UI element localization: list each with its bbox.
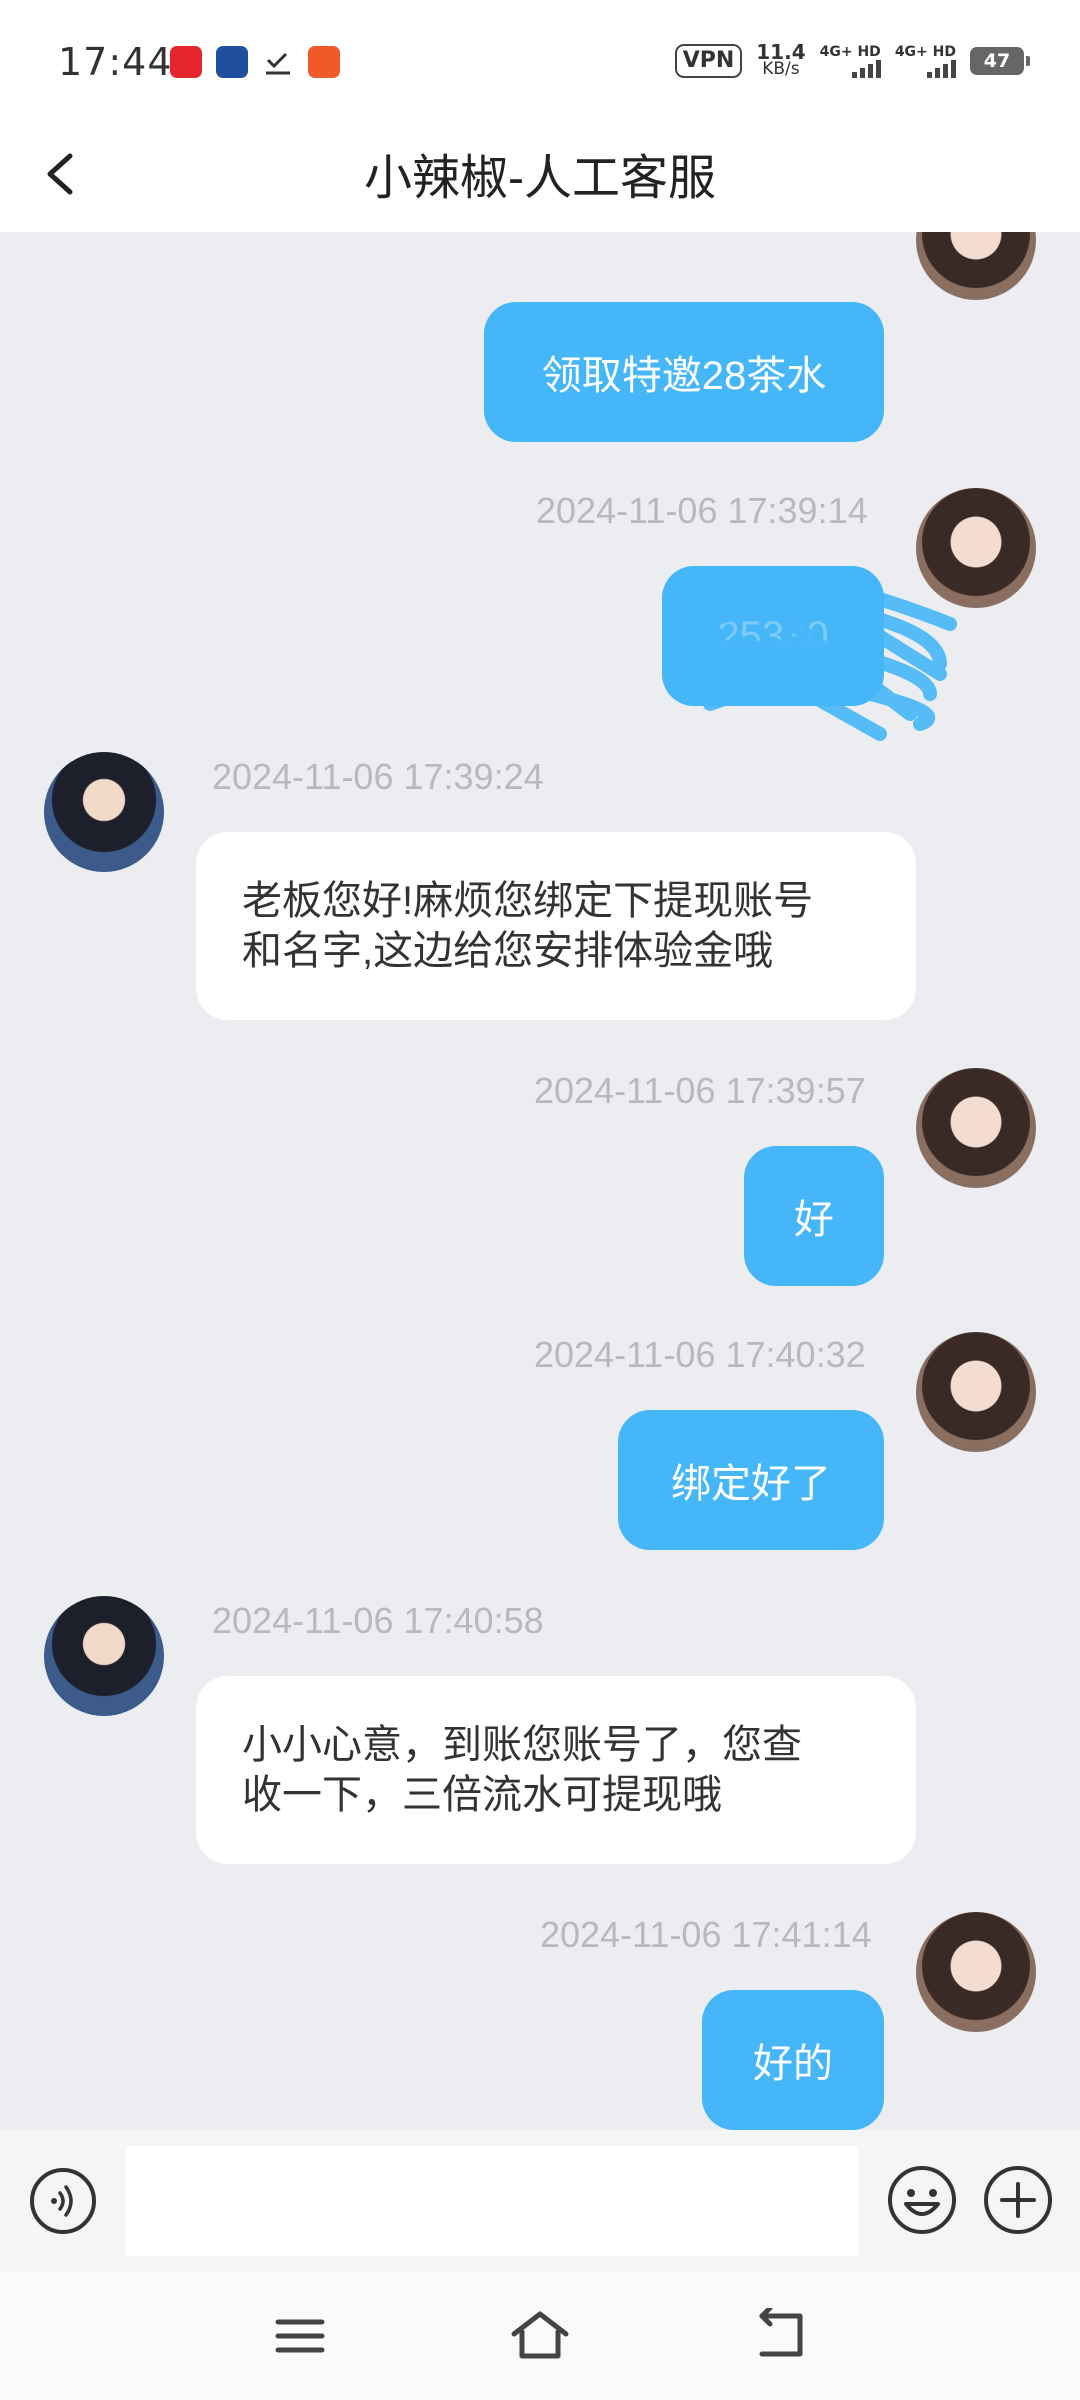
sim1-signal-icon: 4G+ HD [820, 44, 881, 78]
cat-app-icon [216, 46, 248, 78]
plus-icon [984, 2166, 1052, 2234]
recent-apps-button[interactable] [268, 2308, 332, 2364]
status-app-icons [170, 46, 340, 78]
user-avatar[interactable] [916, 1912, 1036, 2032]
video-app-icon [308, 46, 340, 78]
user-avatar[interactable] [916, 1068, 1036, 1188]
network-speed: 11.4 KB/s [756, 40, 806, 79]
message-text-line: 收一下，三倍流水可提现哦 [242, 1773, 722, 1817]
system-back-button[interactable] [748, 2305, 812, 2364]
status-time: 17:44 [58, 40, 173, 84]
user-avatar[interactable] [916, 1332, 1036, 1452]
agent-avatar[interactable] [44, 1596, 164, 1716]
message-text-line: 和名字,这边给您安排体验金哦 [242, 929, 774, 973]
voice-input-button[interactable] [28, 2166, 98, 2236]
message-input-bar [0, 2130, 1080, 2272]
outgoing-message-bubble[interactable]: 好的 [702, 1990, 884, 2130]
incoming-message-bubble[interactable]: 老板您好!麻烦您绑定下提现账号 和名字,这边给您安排体验金哦 [196, 832, 916, 1020]
message-text-line: 小小心意，到账您账号了，您查 [242, 1723, 802, 1767]
chat-header: 小辣椒-人工客服 [0, 120, 1080, 232]
outgoing-message-bubble[interactable]: 绑定好了 [618, 1410, 884, 1550]
home-icon [511, 2311, 569, 2359]
menu-icon [275, 2319, 325, 2353]
message-timestamp: 2024-11-06 17:39:14 [536, 490, 868, 531]
back-arrow-icon [759, 2305, 803, 2357]
more-options-button[interactable] [982, 2164, 1054, 2236]
voice-icon [30, 2168, 96, 2234]
redaction-scribble [683, 567, 957, 741]
message-input[interactable] [126, 2146, 858, 2256]
message-timestamp: 2024-11-06 17:39:57 [534, 1070, 866, 1111]
user-avatar[interactable] [916, 232, 1036, 300]
netease-music-icon [170, 46, 202, 78]
chat-message-list[interactable]: 领取特邀28茶水 2024-11-06 17:39:14 25330 2024-… [0, 232, 1080, 2130]
emoji-button[interactable] [886, 2164, 958, 2236]
battery-icon: 47 [970, 47, 1030, 75]
message-timestamp: 2024-11-06 17:39:24 [212, 756, 544, 797]
message-timestamp: 2024-11-06 17:40:58 [212, 1600, 544, 1641]
page-title: 小辣椒-人工客服 [364, 152, 716, 205]
agent-avatar[interactable] [44, 752, 164, 872]
emoji-icon [888, 2166, 956, 2234]
incoming-message-bubble[interactable]: 小小心意，到账您账号了，您查 收一下，三倍流水可提现哦 [196, 1676, 916, 1864]
message-timestamp: 2024-11-06 17:41:14 [540, 1914, 872, 1955]
system-navigation-bar [0, 2272, 1080, 2400]
home-button[interactable] [508, 2308, 572, 2364]
message-text-line: 老板您好!麻烦您绑定下提现账号 [242, 879, 814, 923]
sim2-signal-icon: 4G+ HD [895, 44, 956, 78]
download-check-icon [262, 46, 294, 78]
vpn-icon: VPN [674, 44, 743, 78]
outgoing-message-bubble[interactable]: 好 [744, 1146, 884, 1286]
outgoing-message-bubble[interactable]: 领取特邀28茶水 [484, 302, 884, 442]
message-timestamp: 2024-11-06 17:40:32 [534, 1334, 866, 1375]
status-bar: 17:44 VPN 11.4 KB/s 4G+ HD 4G+ HD 47 [0, 0, 1080, 120]
